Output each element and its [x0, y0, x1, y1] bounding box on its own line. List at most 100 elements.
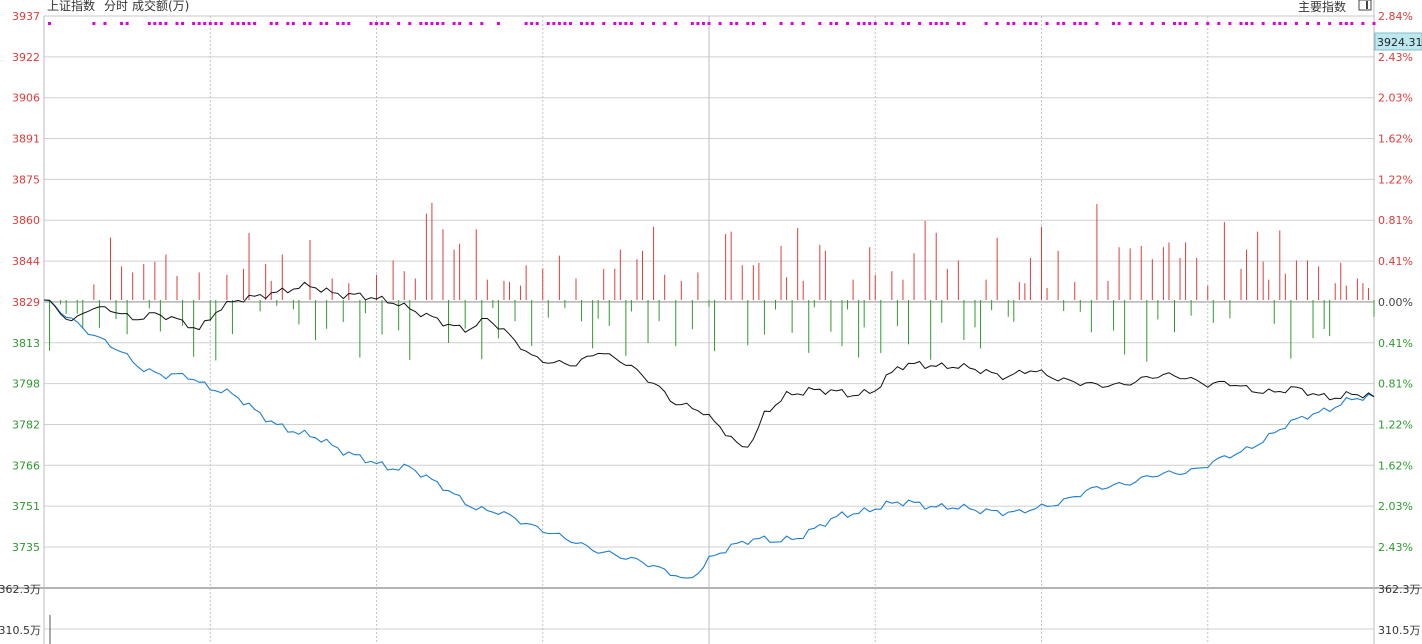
- top-marker: [907, 22, 910, 25]
- panel-toggle-icon[interactable]: [1358, 0, 1372, 11]
- top-marker: [1078, 22, 1082, 25]
- top-marker: [1045, 22, 1049, 25]
- top-marker: [995, 22, 999, 25]
- index-name[interactable]: 上证指数: [47, 0, 95, 13]
- top-marker: [336, 22, 340, 25]
- top-marker: [430, 22, 434, 25]
- top-marker: [103, 22, 107, 25]
- top-marker: [940, 22, 944, 25]
- top-marker: [641, 22, 644, 25]
- top-marker: [535, 22, 539, 25]
- top-marker: [873, 22, 877, 25]
- top-marker: [1239, 22, 1243, 25]
- y-tick-right: 2.03%: [1378, 92, 1413, 105]
- top-marker: [1294, 22, 1298, 25]
- top-marker: [48, 22, 52, 25]
- y-tick-left: 3813: [12, 337, 40, 350]
- top-marker: [557, 22, 561, 25]
- top-marker: [1161, 22, 1165, 25]
- top-markers: [48, 22, 1376, 25]
- y-tick-right: 2.43%: [1378, 51, 1413, 64]
- top-marker: [707, 22, 711, 25]
- top-marker: [962, 22, 966, 25]
- y-tick-right: 0.00%: [1378, 296, 1413, 309]
- top-marker: [1178, 22, 1182, 25]
- top-marker: [1350, 22, 1354, 25]
- top-marker: [208, 22, 212, 25]
- top-marker: [1062, 22, 1066, 25]
- top-marker: [834, 22, 838, 25]
- top-marker: [613, 22, 617, 25]
- top-marker: [718, 22, 722, 25]
- y-tick-right: 0.41%: [1378, 255, 1413, 268]
- top-marker: [1261, 22, 1265, 25]
- top-marker: [580, 22, 584, 25]
- top-marker: [1006, 22, 1010, 25]
- top-marker: [275, 22, 279, 25]
- top-marker: [441, 22, 445, 25]
- chart-grid: [0, 0, 1422, 644]
- y-tick-left: 3860: [12, 214, 40, 227]
- top-marker: [424, 22, 428, 25]
- top-marker: [408, 22, 412, 25]
- main-indices-button[interactable]: 主要指数: [1298, 0, 1346, 14]
- y-tick-right: 2.43%: [1378, 541, 1413, 554]
- top-marker: [890, 22, 894, 25]
- y-tick-left: 3937: [12, 10, 40, 23]
- top-marker: [696, 22, 700, 25]
- top-marker: [253, 22, 257, 25]
- top-marker: [1112, 22, 1116, 25]
- chart-header: 上证指数 分时 成交额(万): [47, 0, 189, 13]
- top-marker: [663, 22, 667, 25]
- top-marker: [751, 22, 755, 25]
- top-marker: [1306, 22, 1309, 25]
- top-marker: [230, 22, 234, 25]
- y-tick-left: 3922: [12, 51, 40, 64]
- top-marker: [862, 22, 866, 25]
- top-marker: [236, 22, 240, 25]
- top-marker: [1139, 22, 1143, 25]
- main-indices-control[interactable]: 主要指数: [1298, 0, 1372, 14]
- y-tick-left: 3875: [12, 173, 40, 186]
- top-marker: [901, 22, 905, 25]
- top-marker: [291, 22, 295, 25]
- top-marker: [779, 22, 783, 25]
- top-marker: [945, 22, 949, 25]
- y-tick-left: 3751: [12, 500, 40, 513]
- y-tick-right: 1.62%: [1378, 459, 1413, 472]
- top-marker: [219, 22, 223, 25]
- top-marker: [984, 22, 988, 25]
- top-marker: [701, 22, 705, 25]
- view-mode[interactable]: 分时: [104, 0, 128, 13]
- top-marker: [1372, 22, 1376, 25]
- top-marker: [524, 22, 528, 25]
- top-marker: [325, 22, 329, 25]
- top-marker: [1084, 22, 1088, 25]
- top-marker: [818, 22, 822, 25]
- top-marker: [846, 22, 850, 25]
- y-tick-left: 3844: [12, 255, 40, 268]
- top-marker: [120, 22, 124, 25]
- y-tick-left: 3798: [12, 378, 40, 391]
- top-marker: [1278, 22, 1282, 25]
- top-marker: [469, 22, 473, 25]
- y-tick-right: 0.81%: [1378, 378, 1413, 391]
- top-marker: [1344, 22, 1348, 25]
- top-marker: [1184, 22, 1188, 25]
- y-tick-right: 1.62%: [1378, 133, 1413, 146]
- y-tick-left: 3782: [12, 418, 40, 431]
- top-marker: [1339, 22, 1343, 25]
- top-marker: [1206, 22, 1210, 25]
- intraday-chart: 3937 2.84% 3922 2.43% 3906 2.03% 3891 1.62% 3875…: [0, 0, 1422, 644]
- top-marker: [1128, 22, 1132, 25]
- top-marker: [652, 22, 656, 25]
- top-marker: [247, 22, 251, 25]
- top-marker: [1283, 22, 1287, 25]
- top-marker: [563, 22, 567, 25]
- top-marker: [1095, 22, 1099, 25]
- top-marker: [386, 22, 390, 25]
- top-marker: [857, 22, 861, 25]
- top-marker: [934, 22, 938, 25]
- volume-tick-right: 362.3万: [1378, 583, 1421, 596]
- top-marker: [1361, 22, 1365, 25]
